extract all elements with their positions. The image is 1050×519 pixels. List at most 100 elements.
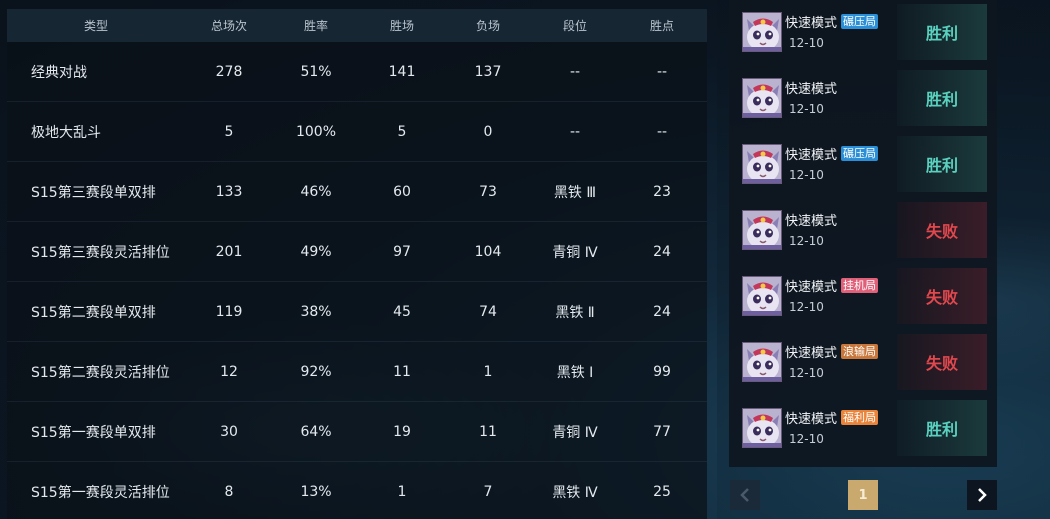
table-row[interactable]: S15第一赛段单双排 30 64% 19 11 青铜 Ⅳ 77 [7, 402, 707, 462]
match-mode-line: 快速模式 挂机局 [785, 276, 879, 295]
cell-lp: 23 [653, 183, 671, 200]
match-mode: 快速模式 [785, 214, 838, 229]
table-row[interactable]: 极地大乱斗 5 100% 5 0 -- -- [7, 102, 707, 162]
yuumi-cat-portrait-icon [743, 343, 781, 381]
cell-total: 12 [220, 363, 238, 380]
match-history-item[interactable]: 快速模式 福利局 12-10 胜利 [738, 400, 987, 456]
match-mode-line: 快速模式 碾压局 [785, 12, 879, 31]
cell-total: 201 [215, 243, 243, 260]
match-result: 失败 [897, 202, 987, 258]
cell-rank: 青铜 Ⅳ [552, 424, 598, 441]
match-date: 12-10 [789, 168, 824, 182]
match-history-item[interactable]: 快速模式 挂机局 12-10 失败 [738, 268, 987, 324]
yuumi-cat-portrait-icon [743, 145, 781, 183]
chevron-right-icon [978, 488, 987, 502]
header-wins: 胜场 [389, 19, 414, 33]
cell-losses: 74 [479, 303, 497, 320]
cell-total: 30 [220, 423, 238, 440]
cell-losses: 0 [483, 123, 493, 140]
champion-avatar [742, 210, 782, 250]
chevron-left-icon [740, 488, 749, 502]
champion-avatar [742, 276, 782, 316]
match-result: 胜利 [897, 70, 987, 126]
cell-type: 极地大乱斗 [31, 124, 101, 141]
cell-type: S15第一赛段灵活排位 [31, 484, 170, 501]
match-result: 胜利 [897, 4, 987, 60]
cell-wins: 141 [388, 63, 416, 80]
cell-rank: -- [569, 63, 581, 80]
table-row[interactable]: 经典对战 278 51% 141 137 -- -- [7, 42, 707, 102]
match-date: 12-10 [789, 36, 824, 50]
table-row[interactable]: S15第二赛段单双排 119 38% 45 74 黑铁 Ⅱ 24 [7, 282, 707, 342]
cell-winrate: 64% [300, 423, 332, 440]
cell-winrate: 46% [300, 183, 332, 200]
champion-avatar [742, 78, 782, 118]
cell-losses: 73 [479, 183, 497, 200]
match-history-list: 快速模式 碾压局 12-10 胜利 快速模式 12-10 胜利 快速模式 碾压局 [729, 0, 997, 467]
match-mode: 快速模式 [785, 346, 838, 361]
match-result: 胜利 [897, 136, 987, 192]
cell-type: S15第二赛段灵活排位 [31, 364, 170, 381]
cell-lp: 24 [653, 243, 671, 260]
match-history-item[interactable]: 快速模式 碾压局 12-10 胜利 [738, 136, 987, 192]
table-row[interactable]: S15第三赛段灵活排位 201 49% 97 104 青铜 Ⅳ 24 [7, 222, 707, 282]
match-mode: 快速模式 [785, 280, 838, 295]
match-mode-line: 快速模式 浪输局 [785, 342, 879, 361]
cell-wins: 5 [397, 123, 407, 140]
cell-winrate: 49% [300, 243, 332, 260]
yuumi-cat-portrait-icon [743, 277, 781, 315]
cell-total: 133 [215, 183, 243, 200]
cell-rank: 青铜 Ⅳ [552, 244, 598, 261]
cell-losses: 1 [483, 363, 493, 380]
cell-losses: 104 [474, 243, 502, 260]
match-mode-line: 快速模式 福利局 [785, 408, 879, 427]
cell-lp: -- [656, 63, 668, 80]
header-lp: 胜点 [649, 19, 674, 33]
match-date: 12-10 [789, 234, 824, 248]
champion-avatar [742, 144, 782, 184]
match-result: 失败 [897, 268, 987, 324]
cell-losses: 7 [483, 483, 493, 500]
cell-lp: 25 [653, 483, 671, 500]
cell-winrate: 51% [300, 63, 332, 80]
cell-rank: 黑铁 Ⅱ [555, 304, 595, 321]
cell-lp: 99 [653, 363, 671, 380]
table-row[interactable]: S15第三赛段单双排 133 46% 60 73 黑铁 Ⅲ 23 [7, 162, 707, 222]
prev-page-button[interactable] [730, 480, 760, 510]
match-result: 胜利 [897, 400, 987, 456]
match-history-item[interactable]: 快速模式 12-10 失败 [738, 202, 987, 258]
champion-avatar [742, 342, 782, 382]
cell-wins: 60 [393, 183, 411, 200]
cell-wins: 45 [393, 303, 411, 320]
yuumi-cat-portrait-icon [743, 211, 781, 249]
cell-rank: 黑铁 Ⅳ [552, 484, 598, 501]
next-page-button[interactable] [967, 480, 997, 510]
cell-lp: 24 [653, 303, 671, 320]
cell-total: 119 [215, 303, 243, 320]
match-mode: 快速模式 [785, 82, 838, 97]
cell-losses: 11 [479, 423, 497, 440]
page-number-button[interactable]: 1 [848, 480, 878, 510]
match-date: 12-10 [789, 366, 824, 380]
table-row[interactable]: S15第二赛段灵活排位 12 92% 11 1 黑铁 Ⅰ 99 [7, 342, 707, 402]
match-date: 12-10 [789, 300, 824, 314]
cell-total: 8 [224, 483, 234, 500]
match-history-item[interactable]: 快速模式 浪输局 12-10 失败 [738, 334, 987, 390]
match-tag-badge: 浪输局 [841, 344, 879, 359]
cell-winrate: 38% [300, 303, 332, 320]
match-history-item[interactable]: 快速模式 12-10 胜利 [738, 70, 987, 126]
header-losses: 负场 [475, 19, 500, 33]
match-mode: 快速模式 [785, 16, 838, 31]
yuumi-cat-portrait-icon [743, 79, 781, 117]
cell-wins: 11 [393, 363, 411, 380]
champion-avatar [742, 12, 782, 52]
match-history-item[interactable]: 快速模式 碾压局 12-10 胜利 [738, 4, 987, 60]
match-mode-line: 快速模式 [785, 78, 837, 97]
match-tag-badge: 福利局 [841, 410, 879, 425]
match-result: 失败 [897, 334, 987, 390]
match-tag-badge: 挂机局 [841, 278, 879, 293]
table-header: 类型 总场次 胜率 胜场 负场 段位 胜点 [7, 9, 707, 42]
cell-winrate: 92% [300, 363, 332, 380]
table-row[interactable]: S15第一赛段灵活排位 8 13% 1 7 黑铁 Ⅳ 25 [7, 462, 707, 519]
cell-lp: 77 [653, 423, 671, 440]
